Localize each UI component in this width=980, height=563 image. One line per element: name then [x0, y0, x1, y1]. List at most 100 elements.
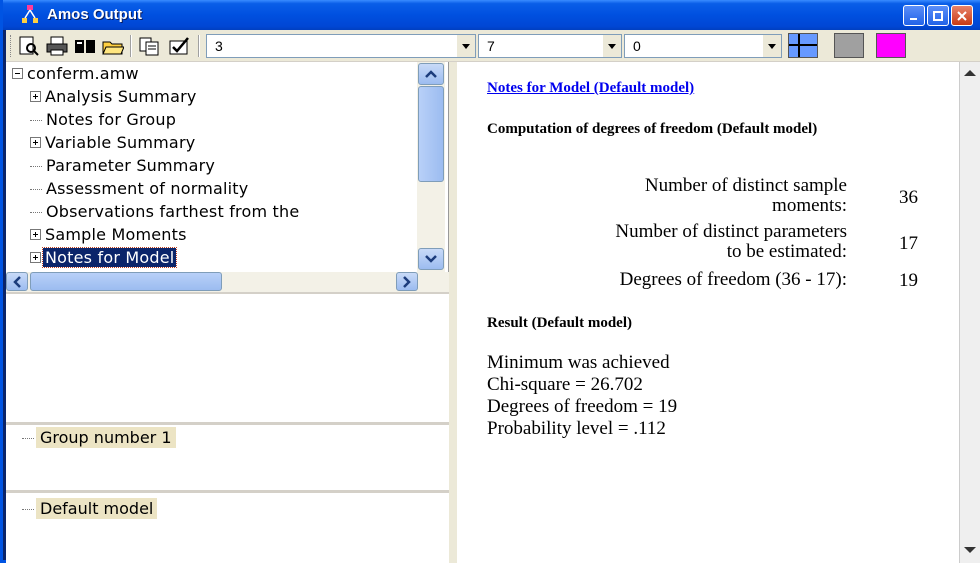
scroll-thumb[interactable]: [418, 86, 444, 182]
scroll-left-button[interactable]: [6, 272, 28, 291]
tree-root[interactable]: conferm.amw: [12, 64, 141, 86]
close-icon: [957, 10, 967, 21]
expand-icon[interactable]: [30, 229, 41, 240]
chevron-right-icon: [403, 275, 411, 288]
tree-item-label: Variable Summary: [45, 133, 196, 152]
group-list-item[interactable]: Group number 1: [22, 427, 176, 448]
tree-item-notes-for-model[interactable]: Notes for Model: [30, 247, 178, 270]
tree-horizontal-scrollbar[interactable]: [6, 272, 449, 292]
tree-item-sample-moments[interactable]: Sample Moments: [30, 225, 189, 247]
result-line: Degrees of freedom = 19: [487, 396, 678, 417]
model-list-item[interactable]: Default model: [22, 498, 158, 519]
tree-item-analysis-summary[interactable]: Analysis Summary: [30, 87, 199, 109]
tree-connector: [30, 166, 42, 167]
stat-value: 36: [899, 187, 918, 208]
copy-icon[interactable]: [138, 35, 160, 57]
open-folder-icon[interactable]: [102, 35, 124, 57]
output-tree: conferm.amw Analysis Summary Notes for G…: [6, 62, 449, 272]
decimal-places-select[interactable]: 3: [206, 34, 476, 58]
expand-icon[interactable]: [30, 252, 41, 263]
chevron-down-icon[interactable]: [603, 35, 621, 57]
minimize-button[interactable]: [903, 5, 925, 26]
print-preview-icon[interactable]: [18, 35, 40, 57]
maximize-icon: [933, 10, 943, 21]
tree-item-variable-summary[interactable]: Variable Summary: [30, 133, 197, 155]
model-label: Default model: [36, 498, 158, 519]
tree-connector: [30, 120, 42, 121]
collapse-icon[interactable]: [12, 68, 23, 79]
stat-label: Degrees of freedom (36 - 17):: [619, 269, 847, 290]
chevron-up-icon: [425, 70, 437, 78]
window-title: Amos Output: [47, 6, 142, 23]
stat-row-sample-moments: Number of distinct sample moments: 36: [497, 176, 937, 216]
maximize-button[interactable]: [927, 5, 949, 26]
models-pane: Default model: [6, 490, 449, 563]
scroll-up-button[interactable]: [418, 63, 444, 85]
chevron-down-icon[interactable]: [457, 35, 475, 57]
tree-connector: [22, 509, 34, 510]
result-heading: Result (Default model): [487, 315, 632, 331]
content-vertical-scrollbar[interactable]: [959, 62, 980, 563]
output-content-pane: Notes for Model (Default model) Computat…: [449, 62, 959, 563]
tree-connector: [30, 212, 42, 213]
tree-vertical-scrollbar[interactable]: [417, 62, 445, 272]
amos-output-window: Amos Output 3 7 0 conferm.amw Analysis S…: [0, 0, 980, 563]
tree-connector: [30, 189, 42, 190]
result-line: Chi-square = 26.702: [487, 374, 643, 395]
groups-pane: Group number 1: [6, 422, 449, 490]
grid-lines-button[interactable]: [788, 33, 818, 58]
stat-label-line: moments:: [772, 195, 847, 216]
stat-label: Number of distinct sample moments:: [645, 176, 847, 216]
tree-connector: [22, 438, 34, 439]
text-color-button[interactable]: [876, 33, 906, 58]
column-spacing-select[interactable]: 0: [624, 34, 782, 58]
tree-root-label: conferm.amw: [27, 64, 139, 83]
background-color-button[interactable]: [834, 33, 864, 58]
tree-item-assessment-of-normality[interactable]: Assessment of normality: [30, 179, 250, 201]
tree-item-label: Parameter Summary: [46, 156, 216, 175]
scroll-right-button[interactable]: [396, 272, 418, 291]
tree-item-parameter-summary[interactable]: Parameter Summary: [30, 156, 217, 178]
title-bar[interactable]: Amos Output: [3, 0, 980, 30]
result-line: Minimum was achieved: [487, 352, 670, 373]
group-label: Group number 1: [36, 427, 176, 448]
print-icon[interactable]: [46, 35, 68, 57]
expand-icon[interactable]: [30, 137, 41, 148]
stat-value: 19: [899, 270, 918, 291]
tree-item-label: Sample Moments: [45, 225, 187, 244]
scroll-thumb[interactable]: [30, 272, 222, 291]
tree-item-label: Notes for Model: [41, 247, 178, 268]
column-spacing-value: 0: [633, 38, 641, 54]
notes-for-model-link[interactable]: Notes for Model (Default model): [487, 80, 694, 97]
chevron-down-icon[interactable]: [763, 35, 781, 57]
stat-label: Number of distinct parameters to be esti…: [615, 222, 847, 262]
scroll-down-button[interactable]: [960, 541, 980, 559]
toolbar-grip[interactable]: [10, 35, 13, 57]
scroll-down-button[interactable]: [418, 248, 444, 270]
open-book-icon[interactable]: [74, 35, 96, 57]
tree-item-label: Notes for Group: [46, 110, 177, 129]
tree-item-label: Assessment of normality: [46, 179, 249, 198]
tree-item-label: Observations farthest from the: [46, 202, 300, 221]
computation-heading: Computation of degrees of freedom (Defau…: [487, 121, 818, 137]
tree-item-label: Analysis Summary: [45, 87, 197, 106]
table-width-select[interactable]: 7: [478, 34, 622, 58]
options-icon[interactable]: [168, 35, 190, 57]
result-line: Probability level = .112: [487, 418, 666, 439]
tree-item-observations-farthest[interactable]: Observations farthest from the: [30, 202, 418, 224]
stat-row-parameters: Number of distinct parameters to be esti…: [497, 222, 937, 262]
toolbar-separator: [130, 35, 132, 57]
amos-app-icon: [22, 5, 38, 23]
minimize-icon: [910, 17, 917, 20]
close-button[interactable]: [951, 5, 973, 26]
empty-pane: [6, 292, 449, 422]
stat-row-degrees-of-freedom: Degrees of freedom (36 - 17): 19: [497, 270, 937, 294]
table-width-value: 7: [487, 38, 495, 54]
chevron-left-icon: [13, 275, 21, 288]
grid-icon: [789, 34, 817, 57]
tree-item-notes-for-group[interactable]: Notes for Group: [30, 110, 178, 132]
scroll-up-button[interactable]: [960, 64, 980, 82]
decimal-places-value: 3: [215, 38, 223, 54]
stat-value: 17: [899, 233, 918, 254]
expand-icon[interactable]: [30, 91, 41, 102]
